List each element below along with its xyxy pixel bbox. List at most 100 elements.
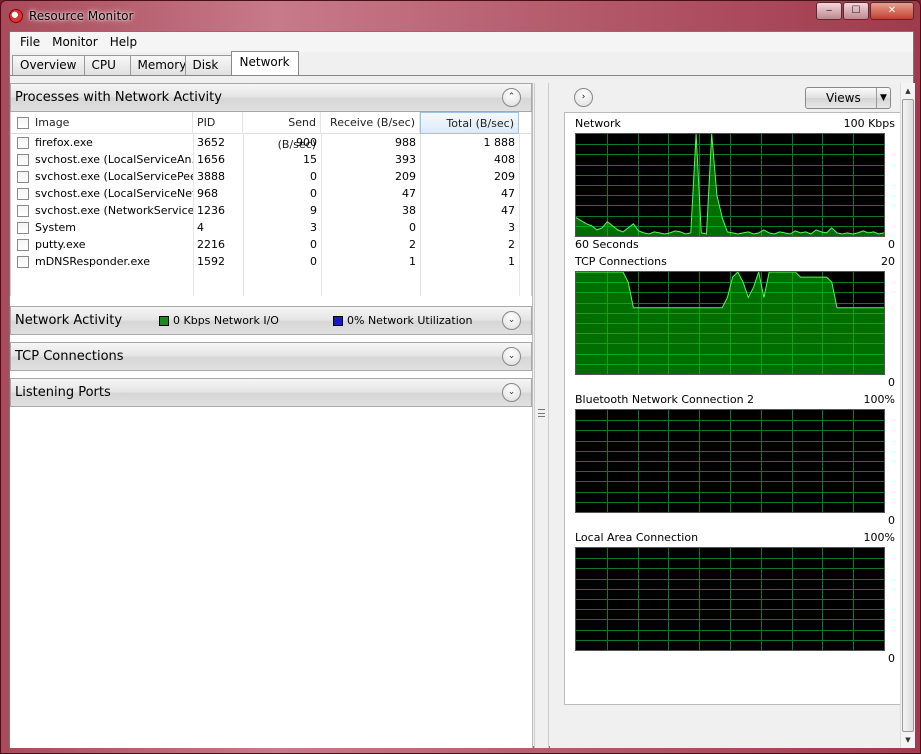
processes-section-header[interactable]: Processes with Network Activity ⌃ bbox=[10, 83, 532, 112]
graph-max: 100% bbox=[863, 531, 895, 544]
send-cell: 0 bbox=[310, 170, 317, 183]
right-pane: › Views ▼ Network 100 Kbps 60 Seconds 0 … bbox=[550, 83, 915, 748]
blue-legend-icon bbox=[333, 315, 343, 326]
title-bar[interactable]: Resource Monitor ‒ ☐ ✕ bbox=[1, 1, 920, 31]
graph-title: Bluetooth Network Connection 2 bbox=[575, 393, 755, 406]
row-checkbox[interactable] bbox=[17, 255, 29, 268]
maximize-button[interactable]: ☐ bbox=[843, 2, 869, 20]
receive-cell: 2 bbox=[409, 238, 416, 251]
send-cell: 0 bbox=[310, 238, 317, 251]
pid-cell: 2216 bbox=[197, 238, 225, 251]
select-all-checkbox[interactable] bbox=[17, 116, 29, 129]
table-row[interactable]: svchost.exe (LocalServiceAn... 1656 15 393 4… bbox=[11, 151, 531, 168]
tab-network[interactable]: Network bbox=[230, 51, 299, 75]
send-cell: 9 bbox=[310, 204, 317, 217]
column-divider bbox=[193, 134, 194, 296]
scrollbar-thumb[interactable] bbox=[902, 99, 914, 732]
column-pid[interactable]: PID bbox=[193, 111, 243, 134]
row-checkbox[interactable] bbox=[17, 187, 29, 200]
table-header: Image PID Send (B/sec) Receive (B/sec) T… bbox=[11, 111, 531, 151]
scroll-up-icon[interactable]: ▲ bbox=[901, 84, 915, 98]
listening-ports-header[interactable]: Listening Ports ⌄ bbox=[10, 378, 532, 407]
minimize-button[interactable]: ‒ bbox=[816, 2, 842, 20]
graph-title: Network bbox=[575, 117, 621, 130]
row-checkbox[interactable] bbox=[17, 153, 29, 166]
table-row[interactable]: firefox.exe 3652 900 988 1 888 bbox=[11, 134, 531, 151]
tab-disk[interactable]: Disk bbox=[184, 55, 232, 75]
column-divider bbox=[243, 134, 244, 296]
table-row[interactable]: svchost.exe (LocalServicePee... 3888 0 209 2… bbox=[11, 168, 531, 185]
graph-title: TCP Connections bbox=[575, 255, 667, 268]
pane-splitter[interactable] bbox=[534, 83, 549, 748]
pid-cell: 1656 bbox=[197, 153, 225, 166]
client-area: File Monitor Help Overview CPU Memory Di… bbox=[9, 31, 915, 748]
tab-strip: Overview CPU Memory Disk Network bbox=[10, 51, 913, 76]
table-row[interactable]: putty.exe 2216 0 2 2 bbox=[11, 236, 531, 253]
table-row[interactable]: svchost.exe (LocalServiceNet... 968 0 47 47 bbox=[11, 185, 531, 202]
image-cell: svchost.exe (LocalServicePee... bbox=[11, 168, 193, 185]
pid-cell: 1592 bbox=[197, 255, 225, 268]
send-cell: 15 bbox=[303, 153, 317, 166]
image-cell: firefox.exe bbox=[11, 134, 193, 151]
table-row[interactable]: svchost.exe (NetworkService) 1236 9 38 47 bbox=[11, 202, 531, 219]
splitter-grip-icon[interactable] bbox=[538, 409, 545, 417]
total-cell: 209 bbox=[494, 170, 515, 183]
tcp-connections-header[interactable]: TCP Connections ⌄ bbox=[10, 342, 532, 371]
send-cell: 0 bbox=[310, 187, 317, 200]
graph-title: Local Area Connection bbox=[575, 531, 699, 544]
column-send[interactable]: Send (B/sec) bbox=[243, 111, 321, 151]
chevron-right-icon[interactable]: › bbox=[574, 88, 593, 107]
receive-cell: 47 bbox=[402, 187, 416, 200]
window-title: Resource Monitor bbox=[29, 9, 134, 23]
total-cell: 408 bbox=[494, 153, 515, 166]
row-checkbox[interactable] bbox=[17, 204, 29, 217]
graph-canvas bbox=[576, 410, 884, 512]
graph-min: 0 bbox=[888, 514, 895, 527]
pid-cell: 3888 bbox=[197, 170, 225, 183]
dropdown-arrow-icon[interactable]: ▼ bbox=[876, 88, 890, 108]
tab-memory[interactable]: Memory bbox=[129, 55, 186, 75]
resource-monitor-window: Resource Monitor ‒ ☐ ✕ File Monitor Help… bbox=[0, 0, 921, 754]
pid-cell: 3652 bbox=[197, 136, 225, 149]
table-row[interactable]: System 4 3 0 3 bbox=[11, 219, 531, 236]
image-cell: svchost.exe (LocalServiceNet... bbox=[11, 185, 193, 202]
expand-down-icon[interactable]: ⌄ bbox=[502, 311, 521, 330]
row-checkbox[interactable] bbox=[17, 170, 29, 183]
row-checkbox[interactable] bbox=[17, 221, 29, 234]
receive-cell: 988 bbox=[395, 136, 416, 149]
menu-file[interactable]: File bbox=[14, 35, 46, 49]
send-cell: 900 bbox=[296, 136, 317, 149]
window-controls: ‒ ☐ ✕ bbox=[815, 2, 914, 20]
graph-min: 0 bbox=[888, 652, 895, 665]
total-cell: 47 bbox=[501, 204, 515, 217]
close-button[interactable]: ✕ bbox=[870, 2, 914, 20]
menu-monitor[interactable]: Monitor bbox=[46, 35, 104, 49]
graph-min: 0 bbox=[888, 376, 895, 389]
menu-help[interactable]: Help bbox=[104, 35, 143, 49]
collapse-up-icon[interactable]: ⌃ bbox=[502, 88, 521, 107]
expand-down-icon[interactable]: ⌄ bbox=[502, 383, 521, 402]
scroll-down-icon[interactable]: ▼ bbox=[901, 733, 915, 747]
tab-overview[interactable]: Overview bbox=[12, 55, 85, 75]
image-cell: svchost.exe (NetworkService) bbox=[11, 202, 193, 219]
column-image[interactable]: Image bbox=[11, 111, 193, 134]
table-row[interactable]: mDNSResponder.exe 1592 0 1 1 bbox=[11, 253, 531, 270]
column-receive[interactable]: Receive (B/sec) bbox=[321, 111, 420, 134]
views-button[interactable]: Views ▼ bbox=[805, 87, 891, 109]
row-checkbox[interactable] bbox=[17, 238, 29, 251]
tab-cpu[interactable]: CPU bbox=[83, 55, 131, 75]
expand-down-icon[interactable]: ⌄ bbox=[502, 347, 521, 366]
row-checkbox[interactable] bbox=[17, 136, 29, 149]
pid-cell: 968 bbox=[197, 187, 218, 200]
image-cell: mDNSResponder.exe bbox=[11, 253, 193, 270]
column-divider bbox=[321, 134, 322, 296]
vertical-scrollbar[interactable]: ▲ ▼ bbox=[900, 83, 915, 748]
network-activity-header[interactable]: Network Activity 0 Kbps Network I/O 0% N… bbox=[10, 306, 532, 335]
column-total[interactable]: Total (B/sec) bbox=[420, 111, 519, 134]
graphs-panel: Network 100 Kbps 60 Seconds 0 TCP Connec… bbox=[564, 112, 906, 705]
pid-cell: 1236 bbox=[197, 204, 225, 217]
receive-cell: 38 bbox=[402, 204, 416, 217]
